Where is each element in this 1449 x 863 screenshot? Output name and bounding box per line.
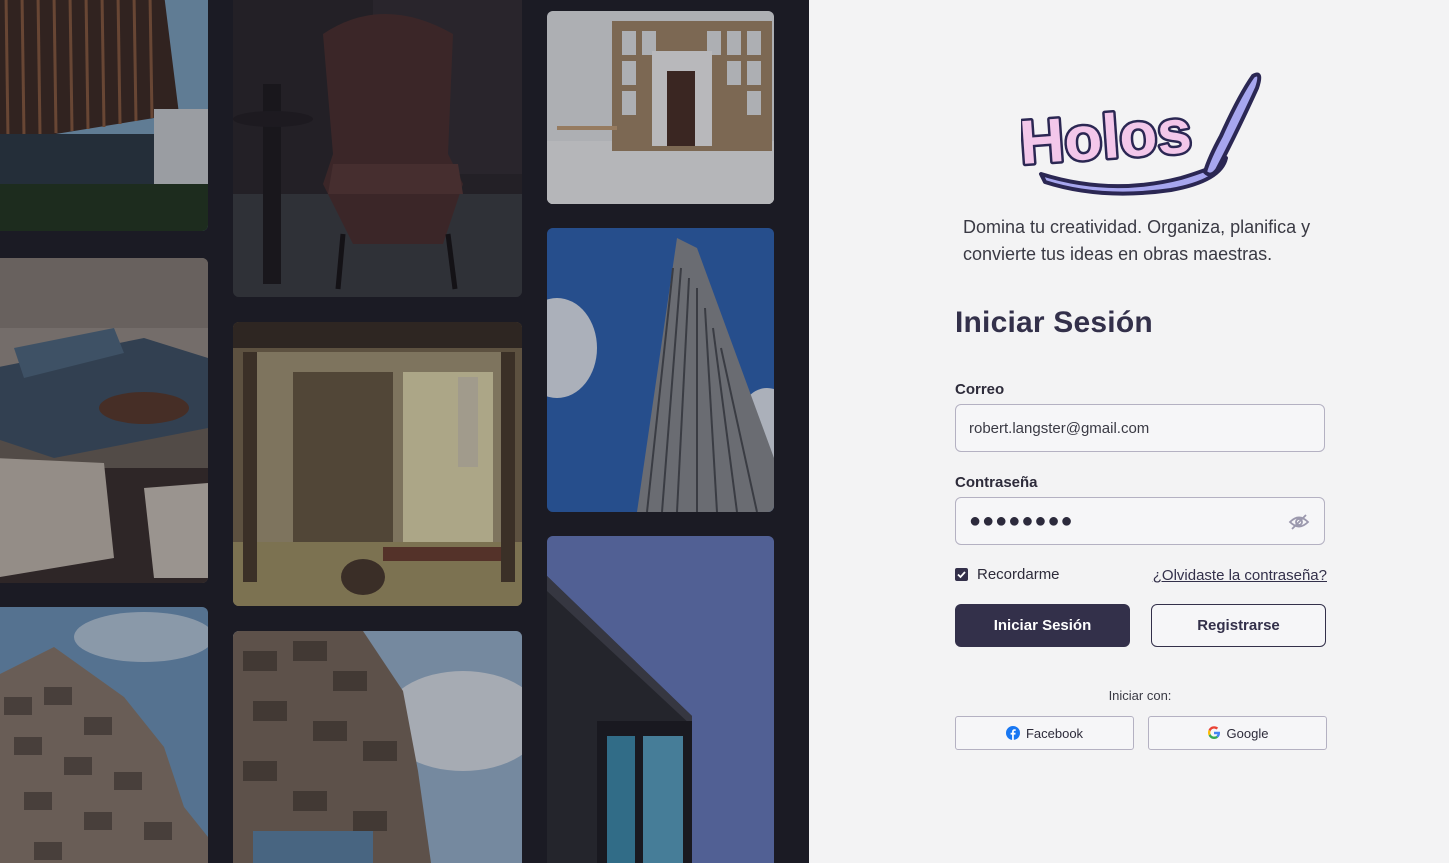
social-heading: Iniciar con: bbox=[1108, 688, 1172, 703]
remember-label: Recordarme bbox=[977, 566, 1060, 583]
facebook-icon bbox=[1005, 726, 1020, 740]
google-label: Google bbox=[1226, 725, 1269, 741]
facebook-label: Facebook bbox=[1025, 725, 1084, 741]
forgot-password-link[interactable]: ¿Olvidaste la contraseña? bbox=[1153, 567, 1327, 584]
facebook-button[interactable]: Facebook bbox=[955, 716, 1134, 750]
login-title: Iniciar Sesión bbox=[955, 306, 1153, 339]
google-button[interactable]: Google bbox=[1148, 716, 1327, 750]
email-field[interactable] bbox=[969, 405, 1269, 451]
password-label: Contraseña bbox=[955, 474, 1038, 491]
email-label: Correo bbox=[955, 381, 1005, 398]
japanese-room-photo bbox=[233, 322, 522, 606]
remember-checkbox[interactable] bbox=[955, 568, 968, 581]
svg-text:Holos: Holos bbox=[1021, 97, 1194, 178]
dark-building-photo bbox=[547, 536, 774, 863]
leather-armchair-photo bbox=[233, 0, 522, 297]
login-button[interactable]: Iniciar Sesión bbox=[955, 604, 1130, 647]
photo-gallery bbox=[0, 0, 809, 863]
stacked-tower-photo bbox=[233, 631, 522, 863]
password-field[interactable] bbox=[969, 498, 1269, 544]
holos-logo: Holos bbox=[1015, 66, 1265, 196]
login-panel: Holos Domina tu creatividad. Organiza, p… bbox=[809, 0, 1449, 863]
white-interior-photo bbox=[547, 11, 774, 204]
tagline: Domina tu creatividad. Organiza, planifi… bbox=[963, 217, 1311, 264]
google-icon bbox=[1207, 726, 1221, 740]
register-button[interactable]: Registrarse bbox=[1151, 604, 1326, 647]
remember-me[interactable]: Recordarme bbox=[955, 566, 1060, 583]
stacked-building-photo bbox=[0, 607, 208, 863]
outdoor-lounge-photo bbox=[0, 258, 208, 583]
building-facade-photo bbox=[0, 0, 208, 231]
skyscraper-photo bbox=[547, 228, 774, 512]
email-field-box bbox=[955, 404, 1325, 452]
eye-slash-icon[interactable] bbox=[1288, 511, 1310, 533]
password-field-box bbox=[955, 497, 1325, 545]
